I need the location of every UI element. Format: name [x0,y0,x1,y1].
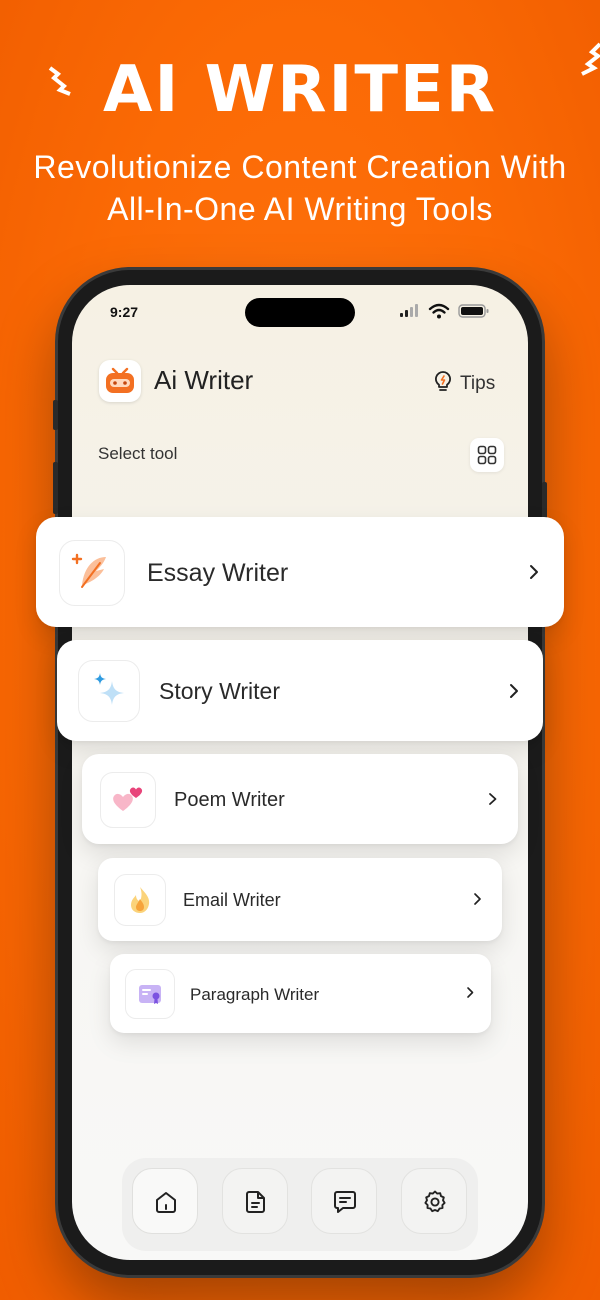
nav-home-button[interactable] [132,1168,198,1234]
wifi-icon [428,303,450,319]
nav-settings-button[interactable] [401,1168,467,1234]
promo-headline: AI WRITER [103,53,497,127]
sparkle-icon [94,673,124,705]
settings-icon [424,1190,446,1213]
document-icon [246,1191,265,1213]
promo-subline-line-1: Revolutionize Content Creation With [33,149,567,185]
battery-icon [458,304,489,318]
tool-card-email-writer[interactable]: Email Writer [98,858,502,941]
tool-label: Story Writer [159,678,280,704]
zigzag-spark-left-icon [48,66,71,96]
home-icon [156,1192,176,1213]
chat-icon [334,1191,356,1213]
tool-label: Poem Writer [174,789,285,811]
tool-icon-tile [114,874,166,926]
tool-icon-tile [78,660,140,722]
chevron-right-icon [530,565,538,579]
lightbulb-icon [435,371,451,391]
app-logo [99,360,141,402]
promo-subline-line-2: All-In-One AI Writing Tools [107,191,493,227]
grid-icon [477,445,497,465]
chevron-right-icon [474,893,481,905]
signal-icon [400,304,418,317]
tool-card-essay-writer[interactable]: Essay Writer [36,517,564,627]
chevron-right-icon [510,684,518,698]
tool-label: Paragraph Writer [190,985,320,1004]
tool-icon-tile [59,540,125,606]
tips-label: Tips [460,373,496,394]
certificate-icon [139,985,161,1004]
section-label: Select tool [98,444,178,463]
app-logo-icon [106,367,134,393]
hearts-icon [113,787,143,811]
tips-button[interactable]: Tips [432,369,495,395]
chevron-right-icon [489,793,497,805]
tool-card-poem-writer[interactable]: Poem Writer [82,754,518,844]
fire-icon [131,887,150,913]
tool-label: Essay Writer [147,559,289,587]
tool-icon-tile [125,969,175,1019]
tool-label: Email Writer [183,890,281,910]
app-title: Ai Writer [154,365,254,395]
nav-chat-button[interactable] [311,1168,377,1234]
feather-pen-icon [71,553,106,588]
dynamic-island [245,298,355,327]
tool-card-paragraph-writer[interactable]: Paragraph Writer [110,954,491,1033]
tool-card-story-writer[interactable]: Story Writer [57,640,543,741]
status-time: 9:27 [110,304,139,320]
phone-side-button [53,462,58,514]
grid-view-button[interactable] [470,438,504,472]
promo-subline: Revolutionize Content Creation With All-… [0,146,600,230]
chevron-right-icon [467,987,474,998]
tool-icon-tile [100,772,156,828]
zigzag-spark-right-icon [581,42,600,76]
phone-side-button [53,400,58,430]
nav-documents-button[interactable] [222,1168,288,1234]
